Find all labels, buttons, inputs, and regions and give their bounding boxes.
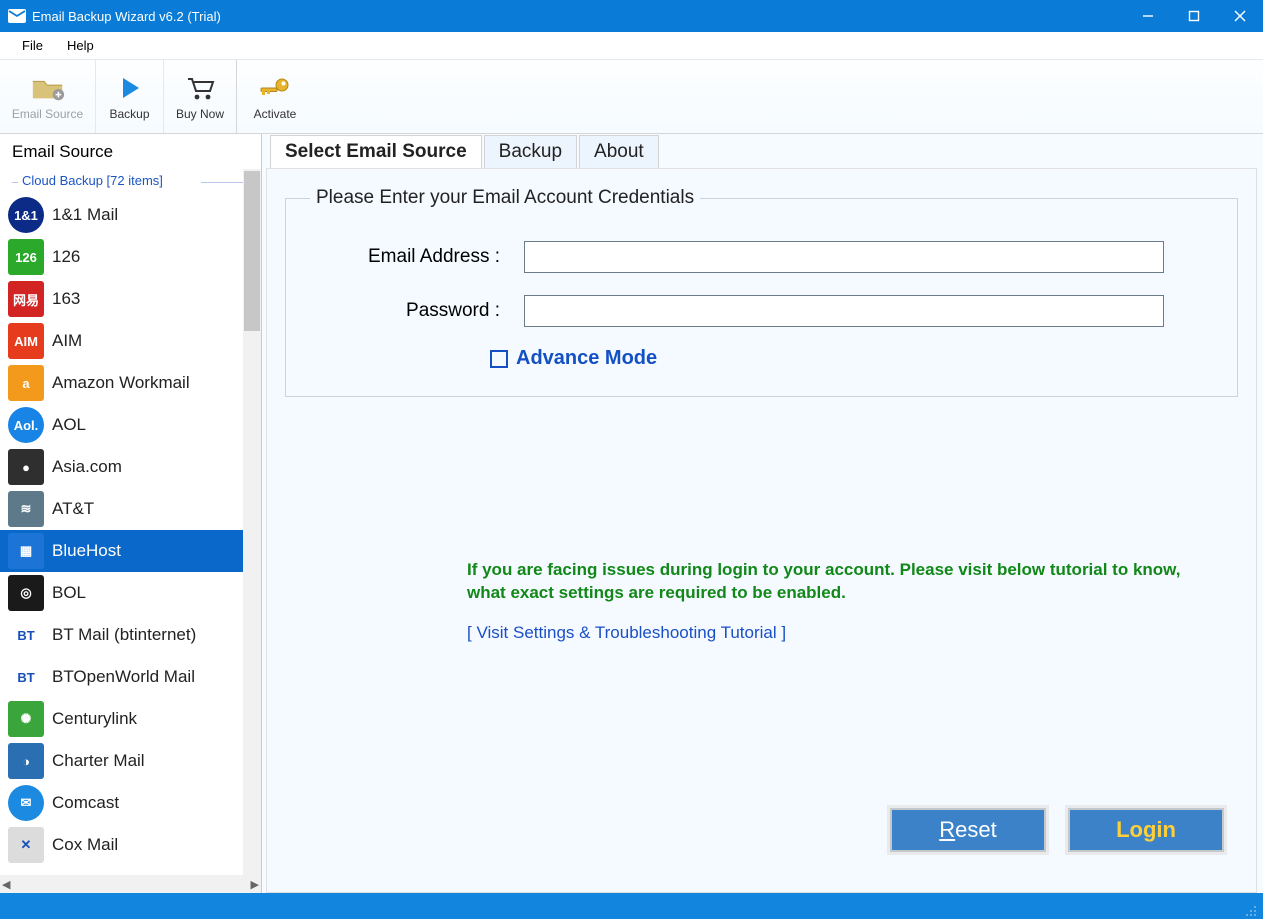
cart-icon xyxy=(182,72,218,104)
tab-about[interactable]: About xyxy=(579,135,659,168)
sidebar-hscroll[interactable]: ◀▶ xyxy=(0,875,261,893)
provider-item[interactable]: ≋ AT&T xyxy=(0,488,261,530)
provider-label: 126 xyxy=(52,247,80,267)
provider-item[interactable]: 126 126 xyxy=(0,236,261,278)
menu-help[interactable]: Help xyxy=(57,35,104,56)
menu-file[interactable]: File xyxy=(12,35,53,56)
email-field[interactable] xyxy=(524,241,1164,273)
provider-item[interactable]: Aol. AOL xyxy=(0,404,261,446)
provider-label: AIM xyxy=(52,331,82,351)
provider-icon: 网易 xyxy=(8,281,44,317)
provider-item[interactable]: ✕ Cox Mail xyxy=(0,824,261,866)
sidebar-title: Email Source xyxy=(0,134,261,169)
provider-icon: ● xyxy=(8,449,44,485)
tutorial-link[interactable]: [ Visit Settings & Troubleshooting Tutor… xyxy=(467,623,1196,643)
tool-backup[interactable]: Backup xyxy=(96,60,164,133)
key-icon xyxy=(257,72,293,104)
status-bar xyxy=(0,893,1263,919)
menu-bar: File Help xyxy=(0,32,1263,60)
toolbar: Email Source Backup Buy Now Activate xyxy=(0,60,1263,134)
provider-icon: AIM xyxy=(8,323,44,359)
provider-label: Charter Mail xyxy=(52,751,145,771)
main-panel: Select Email Source Backup About Please … xyxy=(262,134,1263,893)
resize-grip-icon[interactable] xyxy=(1245,905,1259,919)
provider-item[interactable]: ● Asia.com xyxy=(0,446,261,488)
provider-icon: ◑ xyxy=(8,743,44,779)
provider-item[interactable]: ✺ Centurylink xyxy=(0,698,261,740)
provider-item[interactable]: ◎ BOL xyxy=(0,572,261,614)
provider-label: Comcast xyxy=(52,793,119,813)
password-field[interactable] xyxy=(524,295,1164,327)
provider-item[interactable]: BT BTOpenWorld Mail xyxy=(0,656,261,698)
provider-item[interactable]: ▦ BlueHost xyxy=(0,530,261,572)
credentials-legend: Please Enter your Email Account Credenti… xyxy=(310,187,700,209)
app-icon xyxy=(8,9,26,23)
provider-icon: ✺ xyxy=(8,701,44,737)
provider-label: BlueHost xyxy=(52,541,121,561)
credentials-group: Please Enter your Email Account Credenti… xyxy=(285,187,1238,397)
reset-button[interactable]: Reset xyxy=(890,808,1046,852)
provider-icon: ≋ xyxy=(8,491,44,527)
window-title: Email Backup Wizard v6.2 (Trial) xyxy=(32,9,1125,24)
provider-item[interactable]: BT BT Mail (btinternet) xyxy=(0,614,261,656)
folder-plus-icon xyxy=(30,72,66,104)
title-bar: Email Backup Wizard v6.2 (Trial) xyxy=(0,0,1263,32)
sidebar-scrollbar[interactable] xyxy=(243,169,261,875)
login-button[interactable]: Login xyxy=(1068,808,1224,852)
tool-email-source[interactable]: Email Source xyxy=(0,60,96,133)
provider-label: BOL xyxy=(52,583,86,603)
tool-label: Buy Now xyxy=(176,107,224,121)
provider-icon: BT xyxy=(8,617,44,653)
provider-label: Cox Mail xyxy=(52,835,118,855)
tool-label: Backup xyxy=(109,107,149,121)
play-icon xyxy=(112,72,148,104)
provider-icon: 126 xyxy=(8,239,44,275)
provider-label: AT&T xyxy=(52,499,94,519)
tab-strip: Select Email Source Backup About xyxy=(266,134,1257,168)
advance-mode-checkbox[interactable] xyxy=(490,350,508,368)
tool-buy-now[interactable]: Buy Now xyxy=(164,60,236,133)
tool-label: Activate xyxy=(254,107,297,121)
tab-content: Please Enter your Email Account Credenti… xyxy=(266,168,1257,893)
provider-icon: BT xyxy=(8,659,44,695)
provider-label: 1&1 Mail xyxy=(52,205,118,225)
minimize-button[interactable] xyxy=(1125,0,1171,32)
help-text: If you are facing issues during login to… xyxy=(467,559,1196,605)
provider-item[interactable]: AIM AIM xyxy=(0,320,261,362)
provider-icon: a xyxy=(8,365,44,401)
provider-item[interactable]: a Amazon Workmail xyxy=(0,362,261,404)
provider-icon: ◎ xyxy=(8,575,44,611)
provider-label: Centurylink xyxy=(52,709,137,729)
provider-item[interactable]: ◑ Charter Mail xyxy=(0,740,261,782)
provider-label: BT Mail (btinternet) xyxy=(52,625,196,645)
maximize-button[interactable] xyxy=(1171,0,1217,32)
provider-label: AOL xyxy=(52,415,86,435)
provider-icon: Aol. xyxy=(8,407,44,443)
provider-item[interactable]: 1&1 1&1 Mail xyxy=(0,194,261,236)
provider-label: Asia.com xyxy=(52,457,122,477)
provider-icon: ▦ xyxy=(8,533,44,569)
provider-label: 163 xyxy=(52,289,80,309)
provider-icon: 1&1 xyxy=(8,197,44,233)
provider-label: Amazon Workmail xyxy=(52,373,190,393)
provider-icon: ✉ xyxy=(8,785,44,821)
close-button[interactable] xyxy=(1217,0,1263,32)
tool-activate[interactable]: Activate xyxy=(237,60,313,133)
password-label: Password : xyxy=(310,300,500,322)
provider-list: Cloud Backup [72 items] 1&11&1 Mail12612… xyxy=(0,169,261,875)
provider-icon: ✕ xyxy=(8,827,44,863)
email-label: Email Address : xyxy=(310,246,500,268)
provider-item[interactable]: 网易 163 xyxy=(0,278,261,320)
cloud-backup-header: Cloud Backup [72 items] xyxy=(0,169,261,194)
tool-label: Email Source xyxy=(12,107,83,121)
provider-label: BTOpenWorld Mail xyxy=(52,667,195,687)
sidebar: Email Source Cloud Backup [72 items] 1&1… xyxy=(0,134,262,893)
advance-mode-label: Advance Mode xyxy=(516,347,657,370)
tab-backup[interactable]: Backup xyxy=(484,135,577,168)
tab-select-email-source[interactable]: Select Email Source xyxy=(270,135,482,168)
provider-item[interactable]: ✉ Comcast xyxy=(0,782,261,824)
